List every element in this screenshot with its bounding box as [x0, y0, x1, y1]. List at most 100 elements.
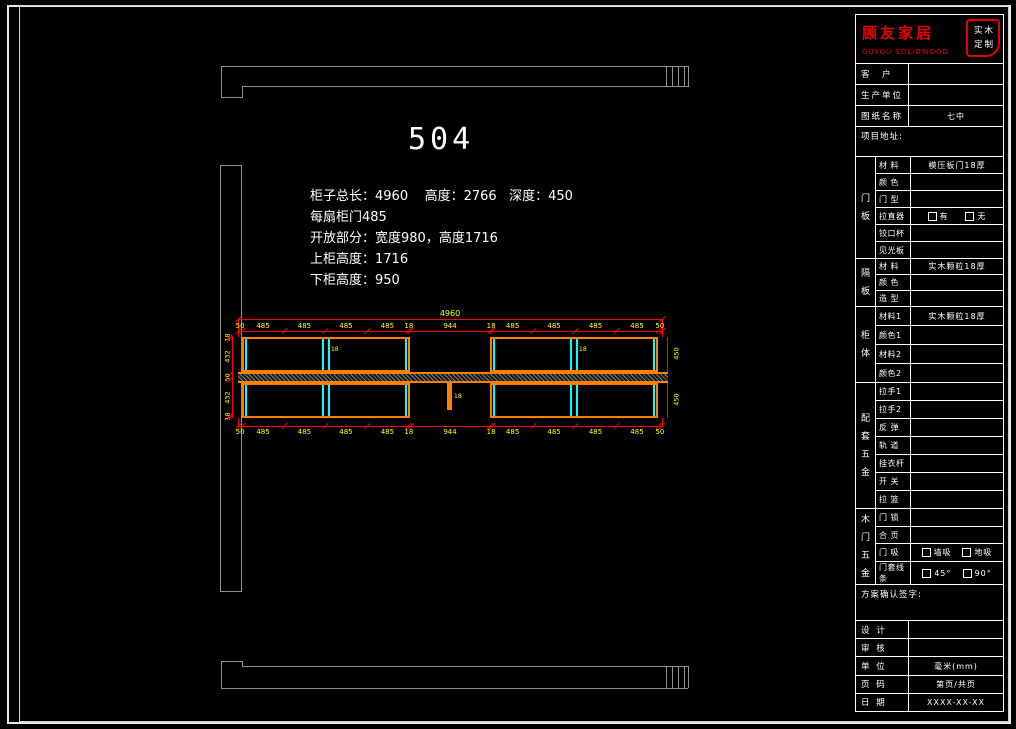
dim-label: 485: [630, 428, 643, 436]
dim-label: 50: [236, 428, 245, 436]
wall-segment: [221, 66, 222, 97]
wall-segment: [221, 66, 688, 67]
section-row-label: 拉 篮: [876, 491, 911, 508]
side-panel: [493, 385, 495, 416]
center-divider: [328, 385, 330, 416]
spec-section: 木门五金门 锁合 页门 吸墙吸地吸门套线条45°90°: [856, 509, 1003, 585]
section-row-label: 轨 道: [876, 437, 911, 454]
dim-label: 485: [381, 428, 394, 436]
cabinet-unit-band: [490, 337, 657, 372]
section-row-label: 材 料: [876, 259, 911, 274]
badge-line-2: 定制: [974, 38, 998, 52]
checkbox-option: 地吸: [962, 547, 992, 558]
center-divider: [328, 339, 330, 370]
footer-row-value: [909, 621, 1003, 638]
section-row-label: 挂衣杆: [876, 455, 911, 472]
section-row: 颜 色: [876, 174, 1003, 191]
dim-label-left: 432: [225, 389, 232, 407]
dim-label: 485: [547, 428, 560, 436]
wall-segment: [678, 666, 679, 688]
info-row-value: 七中: [909, 106, 1003, 126]
spec-section: 隔板材 料实木颗粒18厚颜 色造 型: [856, 259, 1003, 307]
dim-label: 944: [443, 428, 456, 436]
info-row-label: 生产单位: [856, 85, 909, 105]
section-row: 门 锁: [876, 509, 1003, 527]
section-row-value: [911, 191, 1003, 207]
section-row: 门 吸墙吸地吸: [876, 544, 1003, 562]
section-row: 材 料实木颗粒18厚: [876, 259, 1003, 275]
dim-label: 485: [381, 322, 394, 330]
checkbox-option: 90°: [963, 569, 992, 578]
center-divider: [576, 385, 578, 416]
center-divider: [576, 339, 578, 370]
footer-row: 日 期XXXX-XX-XX: [856, 694, 1003, 711]
section-row-value: [911, 364, 1003, 382]
spec-line: 开放部分：宽度980，高度1716: [310, 228, 573, 249]
footer-row: 设 计: [856, 621, 1003, 639]
dim-label: 485: [589, 428, 602, 436]
checkbox-option: 墙吸: [922, 547, 952, 558]
wall-segment: [242, 86, 688, 87]
section-row: 铰口杯: [876, 225, 1003, 242]
signature-label: 方案确认签字:: [856, 585, 1003, 621]
section-title: 木门五金: [856, 509, 876, 584]
info-row-value: [909, 64, 1003, 84]
info-row: 生产单位: [856, 85, 1003, 106]
section-row-value: 实木颗粒18厚: [911, 259, 1003, 274]
dim-label: 485: [298, 322, 311, 330]
cabinet-unit-band: [490, 383, 657, 418]
section-row-label: 造 型: [876, 291, 911, 306]
checkbox: [928, 212, 937, 221]
spec-section: 门板材 料模压板门18厚颜 色门 型拉直器有无铰口杯见光板: [856, 157, 1003, 259]
checkbox-label: 45°: [934, 569, 951, 578]
open-section-back-stub: [447, 383, 452, 410]
footer-row-value: [909, 639, 1003, 656]
section-row-value: [911, 419, 1003, 436]
section-row-value: [911, 326, 1003, 344]
solid-wood-badge: 实木 定制: [966, 19, 1000, 57]
checkbox-label: 墙吸: [934, 547, 952, 558]
wall-segment: [242, 86, 243, 97]
side-panel: [245, 385, 247, 416]
panel-thickness-label: 18: [331, 347, 339, 353]
section-row-value: [911, 437, 1003, 454]
section-row-checks: 有无: [911, 208, 1003, 224]
footer-row: 单 位毫米(mm): [856, 657, 1003, 675]
footer-row-label: 审 核: [856, 639, 909, 656]
section-rows: 材 料模压板门18厚颜 色门 型拉直器有无铰口杯见光板: [876, 157, 1003, 258]
checkbox: [922, 569, 931, 578]
section-row-value: [911, 383, 1003, 400]
section-row: 材料1实木颗粒18厚: [876, 307, 1003, 326]
dim-line-top-chain: [238, 331, 662, 332]
section-row: 材料2: [876, 345, 1003, 364]
wall-segment: [684, 66, 685, 87]
info-row: 图纸名称七中: [856, 106, 1003, 127]
side-panel: [245, 339, 247, 370]
witness-line: [238, 418, 239, 426]
side-panel: [405, 339, 407, 370]
cabinet-unit-band: [242, 337, 409, 372]
dim-label: 18: [487, 428, 496, 436]
section-row-label: 材料2: [876, 345, 911, 363]
section-row: 材 料模压板门18厚: [876, 157, 1003, 174]
dim-label: 485: [589, 322, 602, 330]
checkbox-label: 90°: [975, 569, 992, 578]
section-row-label: 材料1: [876, 307, 911, 325]
wall-segment: [220, 165, 242, 166]
footer-row-label: 单 位: [856, 657, 909, 674]
footer-row-label: 设 计: [856, 621, 909, 638]
brand-name: 顾友家居: [862, 22, 934, 43]
back-panel-hatch: [238, 372, 668, 383]
section-row: 门 型: [876, 191, 1003, 208]
footer-row-value: XXXX-XX-XX: [909, 694, 1003, 711]
footer-row-value: 毫米(mm): [909, 657, 1003, 674]
section-row: 拉直器有无: [876, 208, 1003, 225]
section-row-label: 门 型: [876, 191, 911, 207]
section-row-label: 颜色1: [876, 326, 911, 344]
section-row-label: 开 关: [876, 473, 911, 490]
section-row-label: 见光板: [876, 242, 911, 258]
section-row: 反 弹: [876, 419, 1003, 437]
section-row-label: 颜 色: [876, 174, 911, 190]
section-row: 门套线条45°90°: [876, 562, 1003, 584]
footer-row: 审 核: [856, 639, 1003, 657]
